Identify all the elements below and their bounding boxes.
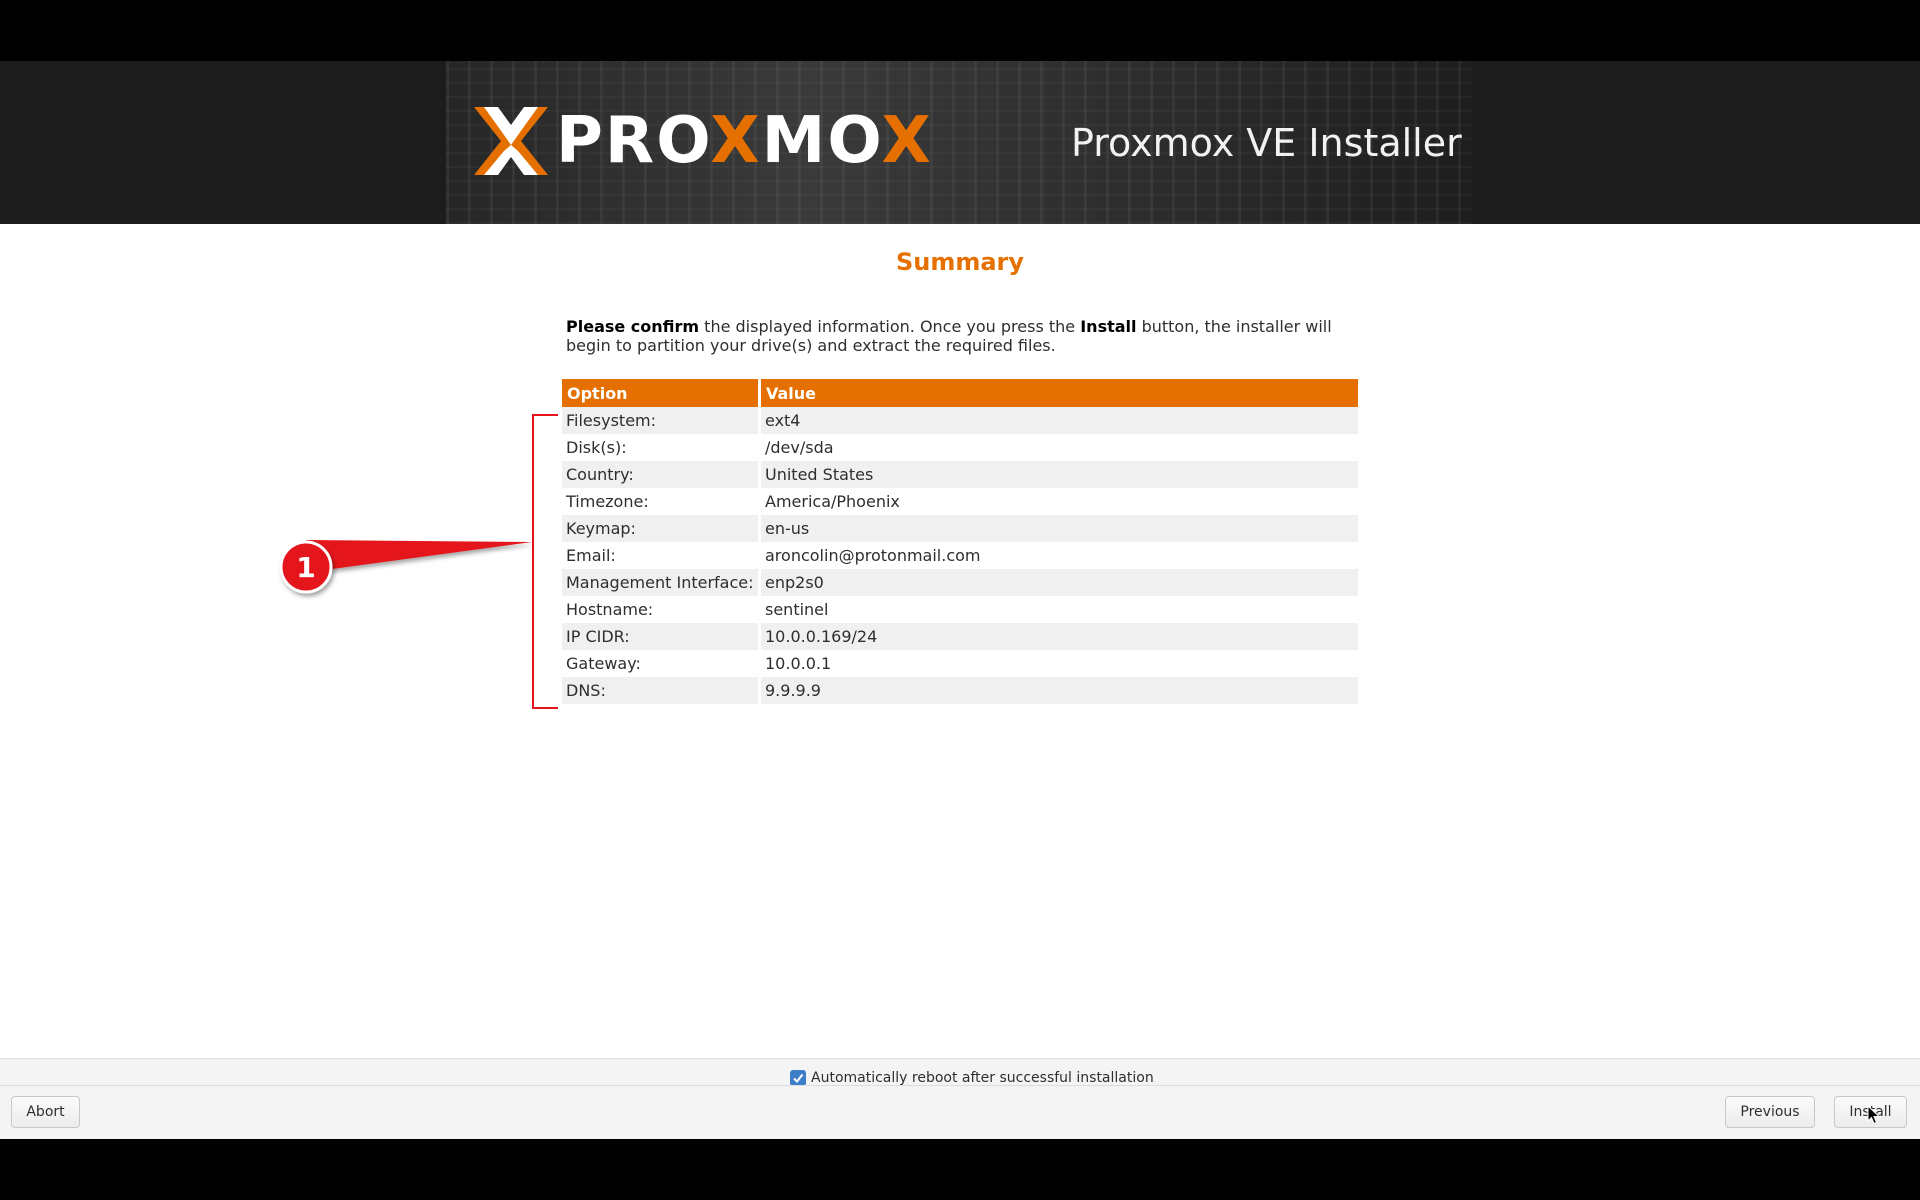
table-row[interactable]: Keymap: en-us — [562, 515, 1358, 542]
footer-divider — [0, 1085, 1920, 1086]
checkbox-checked-icon[interactable] — [790, 1070, 806, 1086]
proxmox-x-icon — [474, 107, 548, 175]
option-cell: Filesystem: — [562, 407, 761, 434]
table-row[interactable]: Management Interface: enp2s0 — [562, 569, 1358, 596]
column-header-value[interactable]: Value — [761, 379, 1358, 407]
table-row[interactable]: Disk(s):/dev/sda — [562, 434, 1358, 461]
intro-bold-install: Install — [1080, 317, 1137, 336]
summary-table: Option Value Filesystem: ext4 Disk(s):/de… — [562, 379, 1358, 704]
table-row[interactable]: Filesystem: ext4 — [562, 407, 1358, 434]
option-cell: Email: — [562, 542, 761, 569]
installer-title: Proxmox VE Installer — [1071, 121, 1462, 165]
option-cell: DNS: — [562, 677, 761, 704]
annotation-arrow: 1 — [279, 540, 532, 594]
table-row[interactable]: Country: United States — [562, 461, 1358, 488]
table-row[interactable]: Hostname: sentinel — [562, 596, 1358, 623]
summary-page: Summary Please confirm the displayed inf… — [0, 224, 1920, 1058]
value-cell: United States — [761, 461, 1358, 488]
logo-wordmark: PROXMOX — [556, 104, 933, 178]
intro-bold-confirm: Please confirm — [566, 317, 700, 336]
proxmox-logo: PROXMOX — [472, 103, 933, 179]
autoreboot-label: Automatically reboot after successful in… — [811, 1070, 1154, 1086]
value-cell: /dev/sda — [765, 438, 834, 457]
option-cell: Hostname: — [562, 596, 761, 623]
value-cell: en-us — [761, 515, 1358, 542]
option-cell: Timezone: — [562, 488, 761, 515]
option-cell: Disk(s): — [562, 434, 761, 461]
option-cell: Management Interface: — [562, 569, 761, 596]
page-title: Summary — [895, 248, 1025, 276]
option-cell: Keymap: — [562, 515, 761, 542]
annotation-number: 1 — [296, 551, 315, 584]
value-cell: America/Phoenix — [765, 492, 900, 511]
option-cell: Country: — [562, 461, 761, 488]
table-row[interactable]: Gateway: 10.0.0.1 — [562, 650, 1358, 677]
value-cell: aroncolin@protonmail.com — [765, 546, 981, 565]
footer-bar: Automatically reboot after successful in… — [0, 1058, 1920, 1139]
autoreboot-checkbox[interactable]: Automatically reboot after successful in… — [790, 1070, 1154, 1086]
value-cell: sentinel — [765, 600, 829, 619]
table-row[interactable]: DNS: 9.9.9.9 — [562, 677, 1358, 704]
table-row[interactable]: Email: aroncolin@protonmail.com — [562, 542, 1358, 569]
value-cell: 10.0.0.1 — [765, 654, 832, 673]
abort-button[interactable]: Abort — [11, 1096, 80, 1128]
intro-text: Please confirm the displayed information… — [566, 317, 1346, 355]
table-row[interactable]: IP CIDR: 10.0.0.169/24 — [562, 623, 1358, 650]
mouse-cursor-icon — [1867, 1105, 1881, 1125]
option-cell: Gateway: — [562, 650, 761, 677]
column-header-option[interactable]: Option — [562, 379, 761, 407]
table-header-row: Option Value — [562, 379, 1358, 407]
option-cell: IP CIDR: — [562, 623, 761, 650]
previous-button[interactable]: Previous — [1725, 1096, 1815, 1128]
value-cell: ext4 — [761, 407, 1358, 434]
value-cell: 10.0.0.169/24 — [761, 623, 1358, 650]
table-row[interactable]: Timezone: America/Phoenix — [562, 488, 1358, 515]
value-cell: 9.9.9.9 — [761, 677, 1358, 704]
value-cell: enp2s0 — [761, 569, 1358, 596]
intro-text-part1: the displayed information. Once you pres… — [699, 317, 1081, 336]
installer-header: PROXMOX Proxmox VE Installer — [0, 61, 1920, 224]
